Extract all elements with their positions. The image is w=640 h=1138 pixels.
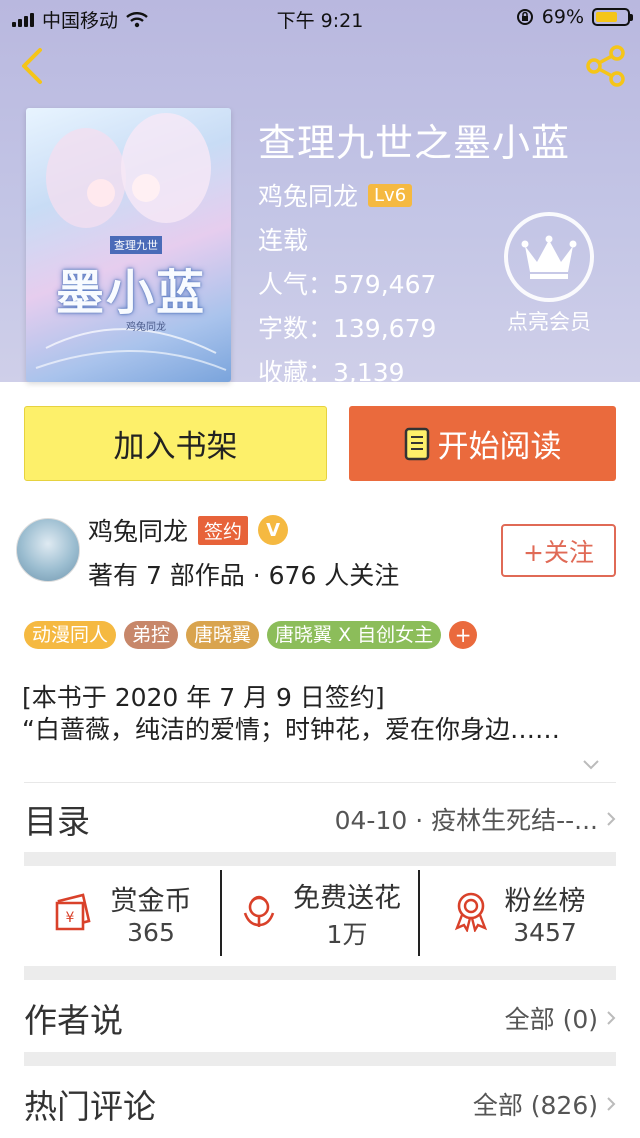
start-reading-button[interactable]: 开始阅读 xyxy=(349,406,616,481)
stat-value: 3457 xyxy=(513,918,577,947)
stat-ribbon-medal[interactable]: 粉丝榜 3457 xyxy=(418,870,616,956)
cover-author: 鸡兔同龙 xyxy=(126,322,166,333)
author-works: 著有 7 部作品 · 676 人关注 xyxy=(88,561,400,590)
crown-icon xyxy=(521,235,577,279)
vip-button[interactable]: 点亮会员 xyxy=(500,212,598,336)
section-gap xyxy=(24,852,616,866)
book-author[interactable]: 鸡兔同龙 xyxy=(258,177,358,213)
book-title: 查理九世之墨小蓝 xyxy=(258,121,571,165)
description-line: [本书于 2020 年 7 月 9 日签约] xyxy=(22,683,385,712)
cover-title: 墨小蓝 xyxy=(56,265,207,321)
author-name[interactable]: 鸡兔同龙 xyxy=(88,512,188,548)
back-icon[interactable] xyxy=(16,46,46,86)
add-to-shelf-button[interactable]: 加入书架 xyxy=(24,406,327,481)
verified-icon: V xyxy=(258,515,289,545)
level-badge: Lv6 xyxy=(368,183,413,207)
chevron-right-icon xyxy=(607,1011,616,1025)
stats-bar: ¥ 赏金币 365 免费送花 1万 粉丝榜 3457 xyxy=(24,870,616,956)
divider xyxy=(24,782,616,783)
stat-label: 赏金币 xyxy=(110,886,192,917)
stat-flower[interactable]: 免费送花 1万 xyxy=(220,870,418,956)
chevron-right-icon xyxy=(607,812,616,826)
author-says-title: 作者说 xyxy=(24,1001,123,1040)
flower-icon xyxy=(239,891,279,935)
author-says-count: 全部 (0) xyxy=(504,1005,598,1034)
hot-comments-row[interactable]: 热门评论 全部 (826) xyxy=(24,1072,616,1136)
add-tag-button[interactable]: + xyxy=(449,621,478,649)
hot-comments-count: 全部 (826) xyxy=(472,1091,598,1120)
rotation-lock-icon xyxy=(516,9,533,25)
book-icon xyxy=(404,427,429,460)
svg-text:¥: ¥ xyxy=(65,910,74,926)
tag-chip[interactable]: 弟控 xyxy=(124,621,179,649)
tag-chip[interactable]: 唐晓翼 xyxy=(186,621,260,649)
stat-label: 粉丝榜 xyxy=(504,886,586,917)
author-says-row[interactable]: 作者说 全部 (0) xyxy=(24,986,616,1050)
red-envelope-icon: ¥ xyxy=(53,891,97,935)
share-icon[interactable] xyxy=(584,44,628,88)
favorites: 收藏：3,139 xyxy=(258,358,405,387)
ribbon-medal-icon xyxy=(451,890,491,936)
cover-series: 查理九世 xyxy=(110,236,162,254)
signed-badge: 签约 xyxy=(198,515,249,545)
stat-value: 1万 xyxy=(326,919,368,949)
section-gap xyxy=(24,966,616,980)
book-description[interactable]: [本书于 2020 年 7 月 9 日签约] “白蔷薇，纯洁的爱情；时钟花，爱在… xyxy=(22,682,622,746)
stat-label: 免费送花 xyxy=(293,882,401,914)
hot-comments-title: 热门评论 xyxy=(24,1087,156,1126)
toc-title: 目录 xyxy=(24,802,90,841)
status-bar: 中国移动 下午 9:21 69% xyxy=(0,0,640,34)
battery-level xyxy=(596,12,617,22)
stat-value: 365 xyxy=(127,918,175,947)
tag-list: 动漫同人 弟控 唐晓翼 唐晓翼 X 自创女主 + xyxy=(24,621,478,649)
battery-icon xyxy=(592,8,633,26)
vip-label: 点亮会员 xyxy=(507,310,591,334)
tag-chip[interactable]: 唐晓翼 X 自创女主 xyxy=(267,621,442,649)
toc-row[interactable]: 目录 04-10 · 疫林生死结--... xyxy=(24,790,616,848)
section-gap xyxy=(24,1052,616,1066)
tag-chip[interactable]: 动漫同人 xyxy=(24,621,117,649)
stat-red-envelope[interactable]: ¥ 赏金币 365 xyxy=(24,870,220,956)
chevron-right-icon xyxy=(607,1097,616,1111)
avatar[interactable] xyxy=(16,518,80,582)
latest-chapter: 04-10 · 疫林生死结--... xyxy=(334,806,598,835)
description-line: “白蔷薇，纯洁的爱情；时钟花，爱在你身边…… xyxy=(22,715,560,744)
follow-button[interactable]: +关注 xyxy=(501,524,616,577)
start-reading-label: 开始阅读 xyxy=(437,429,562,465)
expand-chevron-icon[interactable] xyxy=(582,758,600,772)
book-cover[interactable]: 查理九世 墨小蓝 鸡兔同龙 xyxy=(26,108,231,382)
battery-percent: 69% xyxy=(541,6,584,28)
